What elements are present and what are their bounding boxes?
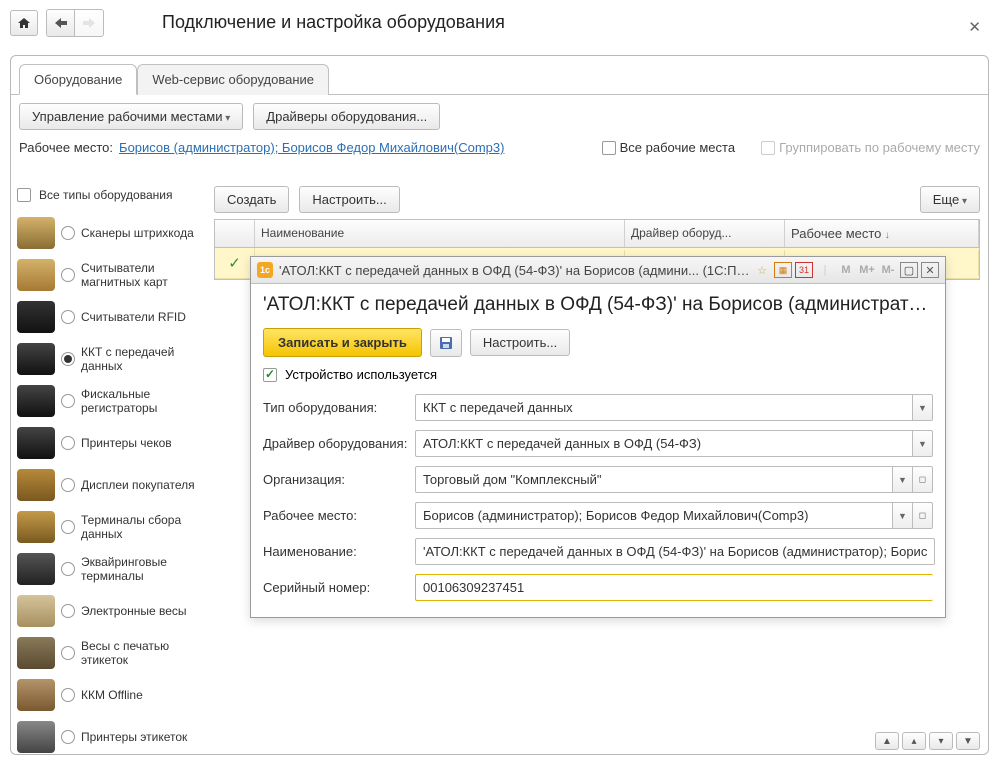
type-label: Тип оборудования: — [263, 400, 415, 415]
all-types-label: Все типы оборудования — [39, 188, 172, 202]
sidebar-item-rfid[interactable]: Считыватели RFID — [17, 296, 200, 338]
table-header: Наименование Драйвер оборуд... Рабочее м… — [215, 220, 979, 248]
sidebar: Все типы оборудования Сканеры штрихкода … — [11, 186, 206, 724]
calc-icon[interactable]: ▦ — [774, 262, 792, 278]
modal-titlebar: 1c 'АТОЛ:ККТ с передачей данных в ОФД (5… — [251, 257, 945, 284]
more-button[interactable]: Еще — [920, 186, 980, 213]
name-field[interactable]: 'АТОЛ:ККТ с передачей данных в ОФД (54-Ф… — [415, 538, 935, 565]
dropdown-icon[interactable]: ▼ — [893, 466, 913, 493]
modal-toolbar: Записать и закрыть Настроить... — [263, 328, 933, 357]
sidebar-item-fiscal[interactable]: Фискальные регистраторы — [17, 380, 200, 422]
modal-configure-button[interactable]: Настроить... — [470, 329, 570, 356]
sidebar-item-scales[interactable]: Электронные весы — [17, 590, 200, 632]
open-icon[interactable]: ◻ — [913, 466, 933, 493]
sidebar-item-data-terminal[interactable]: Терминалы сбора данных — [17, 506, 200, 548]
status-check-icon: ✓ — [215, 248, 255, 278]
org-field[interactable]: Торговый дом "Комплексный"▼◻ — [415, 466, 933, 493]
back-button[interactable] — [47, 10, 75, 36]
app-icon: 1c — [257, 262, 273, 278]
dropdown-icon[interactable]: ▼ — [893, 502, 913, 529]
sidebar-item-kkm-offline[interactable]: ККМ Offline — [17, 674, 200, 716]
device-modal: 1c 'АТОЛ:ККТ с передачей данных в ОФД (5… — [250, 256, 946, 618]
modal-header: 'АТОЛ:ККТ с передачей данных в ОФД (54-Ф… — [263, 294, 933, 316]
configure-button[interactable]: Настроить... — [299, 186, 399, 213]
driver-field[interactable]: АТОЛ:ККТ с передачей данных в ОФД (54-ФЗ… — [415, 430, 933, 457]
sidebar-item-label-scales[interactable]: Весы с печатью этикеток — [17, 632, 200, 674]
workplace-row: Рабочее место: Борисов (администратор); … — [11, 138, 988, 161]
org-label: Организация: — [263, 472, 415, 487]
nav-top[interactable]: ▲ — [875, 732, 899, 750]
serial-field[interactable]: 00106309237451 — [415, 574, 933, 601]
col-status[interactable] — [215, 220, 255, 247]
sidebar-item-acquiring[interactable]: Эквайринговые терминалы — [17, 548, 200, 590]
nav-up[interactable]: ▴ — [902, 732, 926, 750]
col-workplace[interactable]: Рабочее место ↓ — [785, 220, 979, 247]
device-used-checkbox[interactable]: Устройство используется — [263, 367, 933, 382]
all-workplaces-checkbox[interactable]: Все рабочие места — [602, 140, 735, 155]
sidebar-item-kkt[interactable]: ККТ с передачей данных — [17, 338, 200, 380]
group-label: Группировать по рабочему месту — [779, 140, 980, 155]
workplace-link[interactable]: Борисов (администратор); Борисов Федор М… — [119, 140, 504, 155]
all-types-checkbox[interactable]: Все типы оборудования — [17, 186, 200, 212]
sort-icon: ↓ — [885, 230, 890, 241]
col-driver[interactable]: Драйвер оборуд... — [625, 220, 785, 247]
save-close-button[interactable]: Записать и закрыть — [263, 328, 422, 357]
group-checkbox: Группировать по рабочему месту — [761, 140, 980, 155]
workplace-label2: Рабочее место: — [263, 508, 415, 523]
nav-bottom[interactable]: ▼ — [956, 732, 980, 750]
workplaces-button[interactable]: Управление рабочими местами — [19, 103, 243, 130]
divider-icon: | — [816, 262, 834, 278]
m-icon[interactable]: M — [837, 262, 855, 278]
modal-title: 'АТОЛ:ККТ с передачей данных в ОФД (54-Ф… — [279, 263, 753, 278]
create-button[interactable]: Создать — [214, 186, 289, 213]
nav-buttons: ▲ ▴ ▾ ▼ — [875, 732, 980, 750]
sidebar-item-receipt-printer[interactable]: Принтеры чеков — [17, 422, 200, 464]
workplace-label: Рабочее место: — [19, 140, 113, 155]
nav-down[interactable]: ▾ — [929, 732, 953, 750]
workplace-field[interactable]: Борисов (администратор); Борисов Федор М… — [415, 502, 933, 529]
save-icon-button[interactable] — [430, 329, 462, 357]
nav-group — [46, 9, 104, 37]
all-workplaces-label: Все рабочие места — [620, 140, 735, 155]
serial-label: Серийный номер: — [263, 580, 415, 595]
toolbar-row: Управление рабочими местами Драйверы обо… — [11, 95, 988, 138]
device-used-label: Устройство используется — [285, 367, 437, 382]
dropdown-icon[interactable]: ▼ — [913, 430, 933, 457]
m-plus-icon[interactable]: M+ — [858, 262, 876, 278]
sidebar-item-label-printer[interactable]: Принтеры этикеток — [17, 716, 200, 758]
sidebar-item-display[interactable]: Дисплеи покупателя — [17, 464, 200, 506]
page-title: Подключение и настройка оборудования — [162, 12, 505, 33]
modal-close-icon[interactable]: ✕ — [921, 262, 939, 278]
tab-webservice[interactable]: Web-сервис оборудование — [137, 64, 329, 95]
forward-button — [75, 10, 103, 36]
sidebar-item-card-reader[interactable]: Считыватели магнитных карт — [17, 254, 200, 296]
dropdown-icon[interactable]: ▼ — [913, 394, 933, 421]
drivers-button[interactable]: Драйверы оборудования... — [253, 103, 440, 130]
name-label2: Наименование: — [263, 544, 415, 559]
close-icon[interactable]: ✕ — [968, 18, 981, 36]
favorite-icon[interactable]: ☆ — [753, 262, 771, 278]
home-button[interactable] — [10, 10, 38, 36]
open-icon[interactable]: ◻ — [913, 502, 933, 529]
maximize-icon[interactable]: ▢ — [900, 262, 918, 278]
modal-body: 'АТОЛ:ККТ с передачей данных в ОФД (54-Ф… — [251, 284, 945, 617]
tabs: Оборудование Web-сервис оборудование — [11, 56, 988, 95]
m-minus-icon[interactable]: M- — [879, 262, 897, 278]
type-field[interactable]: ККТ с передачей данных▼ — [415, 394, 933, 421]
driver-label: Драйвер оборудования: — [263, 436, 415, 451]
tab-equipment[interactable]: Оборудование — [19, 64, 137, 95]
right-toolbar: Создать Настроить... Еще — [214, 186, 980, 219]
calendar-icon[interactable]: 31 — [795, 262, 813, 278]
sidebar-item-barcode-scanner[interactable]: Сканеры штрихкода — [17, 212, 200, 254]
col-name[interactable]: Наименование — [255, 220, 625, 247]
top-toolbar: Подключение и настройка оборудования — [0, 0, 999, 45]
